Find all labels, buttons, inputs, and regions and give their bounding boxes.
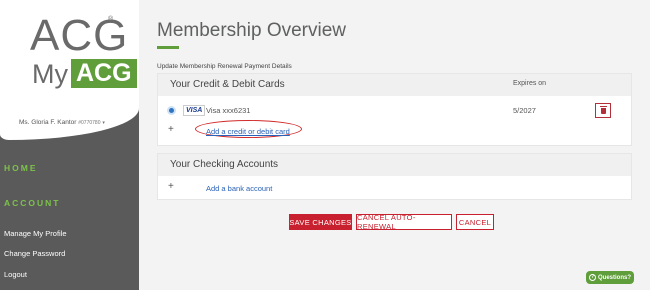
user-menu[interactable]: Ms. Gloria F. Kantor #0770780 ▾ [19, 119, 105, 126]
card-expiry: 5/2027 [513, 106, 536, 115]
save-changes-button[interactable]: SAVE CHANGES [289, 214, 352, 230]
visa-icon: VISA [183, 105, 206, 116]
page-title: Membership Overview [157, 20, 346, 41]
logo-main: ACG [30, 11, 129, 60]
page-subheading: Update Membership Renewal Payment Detail… [157, 63, 292, 70]
logo-registered-mark: ® [108, 16, 114, 23]
credit-cards-title: Your Credit & Debit Cards [170, 79, 285, 90]
expires-on-header: Expires on [513, 80, 547, 87]
nav-change-password[interactable]: Change Password [4, 249, 65, 258]
add-card-row: + Add a credit or debit card [158, 120, 633, 141]
cancel-auto-renewal-button[interactable]: CANCEL AUTO-RENEWAL [356, 213, 452, 231]
add-card-link[interactable]: Add a credit or debit card [206, 127, 290, 136]
credit-cards-panel: Your Credit & Debit Cards Expires on VIS… [157, 73, 632, 146]
user-name: Ms. Gloria F. Kantor [19, 119, 77, 126]
card-row: VISA Visa xxx6231 5/2027 [158, 102, 633, 120]
questions-button[interactable]: ? Questions? [586, 271, 634, 284]
add-bank-link[interactable]: Add a bank account [206, 184, 272, 193]
sidebar-header: ACG ® My ACG Ms. Gloria F. Kantor #07707… [0, 0, 139, 140]
chevron-down-icon: ▾ [102, 120, 105, 126]
checking-accounts-title: Your Checking Accounts [170, 159, 279, 170]
nav-account-heading: ACCOUNT [4, 198, 61, 208]
title-underline [157, 46, 179, 49]
cancel-button[interactable]: CANCEL [456, 214, 494, 230]
nav-home[interactable]: HOME [4, 163, 38, 173]
nav-manage-profile[interactable]: Manage My Profile [4, 229, 67, 238]
question-icon: ? [588, 274, 596, 281]
trash-icon[interactable] [595, 103, 611, 118]
questions-label: Questions? [597, 274, 631, 281]
plus-icon: + [168, 181, 174, 192]
checking-accounts-panel-header: Your Checking Accounts [158, 154, 631, 176]
acg-logo[interactable]: ACG ® My ACG [30, 11, 137, 88]
checking-accounts-panel: Your Checking Accounts + Add a bank acco… [157, 153, 632, 200]
nav-logout[interactable]: Logout [4, 270, 27, 279]
sidebar: ACG ® My ACG Ms. Gloria F. Kantor #07707… [0, 0, 139, 290]
logo-badge: ACG [71, 59, 137, 88]
add-bank-row: + Add a bank account [158, 180, 633, 198]
user-id: #0770780 [78, 120, 101, 126]
card-radio-selected[interactable] [167, 106, 176, 115]
plus-icon: + [168, 124, 174, 135]
card-label: Visa xxx6231 [206, 106, 251, 115]
logo-my-text: My [32, 58, 68, 89]
logo-my-acg: My ACG [32, 59, 137, 88]
credit-cards-panel-header: Your Credit & Debit Cards Expires on [158, 74, 631, 96]
